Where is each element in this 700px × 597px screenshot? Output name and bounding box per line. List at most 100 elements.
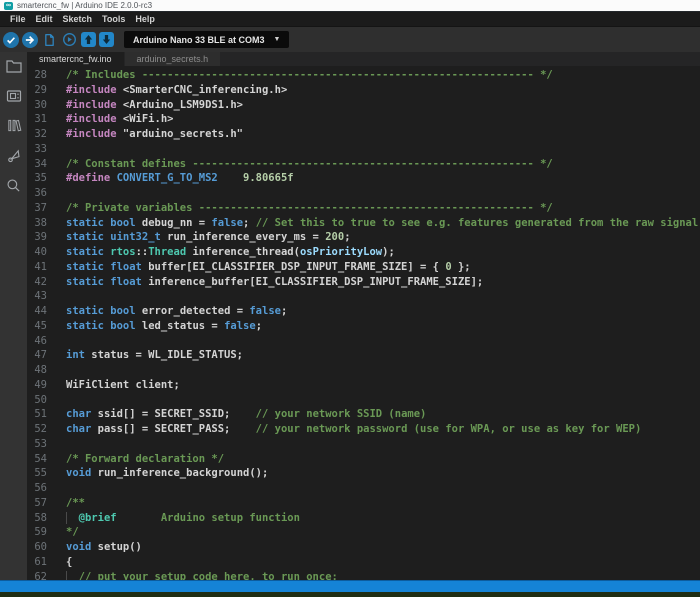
code-line[interactable]: #include <WiFi.h> [66, 112, 700, 127]
menu-edit[interactable]: Edit [31, 14, 58, 24]
code-token-comment: /** [66, 497, 85, 509]
code-token-keyword: bool [110, 217, 135, 229]
new-sketch-button[interactable] [41, 31, 58, 48]
code-token-plain: <Arduino_LSM9DS1.h> [117, 99, 243, 111]
code-line[interactable]: { [66, 555, 700, 570]
code-line[interactable] [66, 363, 700, 378]
menu-file[interactable]: File [5, 14, 31, 24]
code-token-keyword: CONVERT_G_TO_MS2 [110, 172, 217, 184]
sidebar-item-debugger[interactable] [5, 147, 22, 164]
code-line[interactable] [66, 481, 700, 496]
line-number: 50 [27, 393, 47, 408]
code-line[interactable] [66, 186, 700, 201]
code-line[interactable] [66, 334, 700, 349]
menu-help[interactable]: Help [130, 14, 160, 24]
code-line[interactable]: #include <SmarterCNC_inferencing.h> [66, 83, 700, 98]
code-token-plain: run_inference_background(); [91, 467, 268, 479]
code-line[interactable] [66, 142, 700, 157]
code-line[interactable]: static bool led_status = false; [66, 319, 700, 334]
code-line[interactable]: void setup() [66, 540, 700, 555]
board-selector[interactable]: Arduino Nano 33 BLE at COM3 ▼ [124, 31, 289, 48]
sidebar-item-library-manager[interactable] [5, 117, 22, 134]
code-editor[interactable]: 2829303132333435363738394041424344454647… [27, 66, 700, 580]
code-line[interactable]: // put your setup code here, to run once… [66, 570, 700, 581]
line-number: 58 [27, 511, 47, 526]
code-token-keyword: false [224, 320, 256, 332]
code-line[interactable]: static uint32_t run_inference_every_ms =… [66, 230, 700, 245]
code-line[interactable]: /* Forward declaration */ [66, 452, 700, 467]
line-number: 41 [27, 260, 47, 275]
code-line[interactable]: static bool error_detected = false; [66, 304, 700, 319]
line-number: 33 [27, 142, 47, 157]
line-number: 29 [27, 83, 47, 98]
line-number: 28 [27, 68, 47, 83]
line-number: 62 [27, 570, 47, 581]
sidebar-item-boards-manager[interactable] [5, 87, 22, 104]
line-number: 34 [27, 157, 47, 172]
menu-bar: File Edit Sketch Tools Help [0, 12, 700, 27]
code-token-comment: /* Private variables -------------------… [66, 202, 553, 214]
code-line[interactable]: #include <Arduino_LSM9DS1.h> [66, 98, 700, 113]
line-number: 43 [27, 289, 47, 304]
code-token-keyword: static [66, 276, 104, 288]
code-line[interactable]: #include "arduino_secrets.h" [66, 127, 700, 142]
code-token-keyword: static [66, 217, 104, 229]
code-line[interactable]: /* Includes ----------------------------… [66, 68, 700, 83]
code-token-plain: led_status = [136, 320, 225, 332]
code-line[interactable]: char pass[] = SECRET_PASS; // your netwo… [66, 422, 700, 437]
sidebar-item-sketchbook[interactable] [5, 57, 22, 74]
document-icon [43, 33, 56, 47]
tab-arduino-secrets-h[interactable]: arduino_secrets.h [125, 52, 222, 66]
code-token-keyword: static [66, 261, 104, 273]
code-line[interactable] [66, 289, 700, 304]
code-line[interactable]: static rtos::Thread inference_thread(osP… [66, 245, 700, 260]
code-token-plain: }; [452, 261, 471, 273]
code-line[interactable]: void run_inference_background(); [66, 466, 700, 481]
code-line[interactable]: char ssid[] = SECRET_SSID; // your netwo… [66, 407, 700, 422]
arrow-up-icon [82, 33, 95, 46]
line-number: 55 [27, 466, 47, 481]
code-token-comment: /* Includes ----------------------------… [66, 69, 553, 81]
code-token-plain [66, 571, 79, 581]
code-line[interactable]: /* Constant defines --------------------… [66, 157, 700, 172]
line-number: 51 [27, 407, 47, 422]
indent-guide [66, 571, 67, 581]
line-number: 49 [27, 378, 47, 393]
code-line[interactable]: */ [66, 525, 700, 540]
code-line[interactable]: /* Private variables -------------------… [66, 201, 700, 216]
title-bar: ∞ smartercnc_fw | Arduino IDE 2.0.0-rc3 [0, 0, 700, 12]
arrow-up-button[interactable] [81, 32, 96, 47]
code-line[interactable]: static float buffer[EI_CLASSIFIER_DSP_IN… [66, 260, 700, 275]
code-line[interactable]: /** [66, 496, 700, 511]
line-number: 36 [27, 186, 47, 201]
code-token-keyword: false [211, 217, 243, 229]
sidebar-item-search[interactable] [5, 177, 22, 194]
upload-button[interactable] [22, 32, 38, 48]
code-token-keyword: bool [110, 305, 135, 317]
code-line[interactable]: static float inference_buffer[EI_CLASSIF… [66, 275, 700, 290]
arrow-down-button[interactable] [99, 32, 114, 47]
line-number: 48 [27, 363, 47, 378]
indent-guide [66, 512, 67, 525]
code-line[interactable]: WiFiClient client; [66, 378, 700, 393]
arduino-logo-icon: ∞ [4, 2, 13, 10]
line-number: 35 [27, 171, 47, 186]
code-line[interactable]: @brief Arduino setup function [66, 511, 700, 526]
debug-button[interactable] [61, 31, 78, 48]
code-token-plain: <SmarterCNC_inferencing.h> [117, 84, 288, 96]
code-line[interactable]: static bool debug_nn = false; // Set thi… [66, 216, 700, 231]
check-icon [5, 34, 17, 46]
line-number: 38 [27, 216, 47, 231]
code-token-plain: ; [256, 320, 262, 332]
code-line[interactable]: int status = WL_IDLE_STATUS; [66, 348, 700, 363]
code-token-plain: run_inference_every_ms = [161, 231, 325, 243]
code-line[interactable] [66, 393, 700, 408]
code-token-plain: { [66, 556, 72, 568]
verify-button[interactable] [3, 32, 19, 48]
code-token-comment: */ [66, 526, 79, 538]
tab-smartercnc-fw-ino[interactable]: smartercnc_fw.ino [27, 52, 125, 66]
menu-sketch[interactable]: Sketch [58, 14, 98, 24]
code-line[interactable] [66, 437, 700, 452]
menu-tools[interactable]: Tools [97, 14, 130, 24]
code-line[interactable]: #define CONVERT_G_TO_MS2 9.80665f [66, 171, 700, 186]
